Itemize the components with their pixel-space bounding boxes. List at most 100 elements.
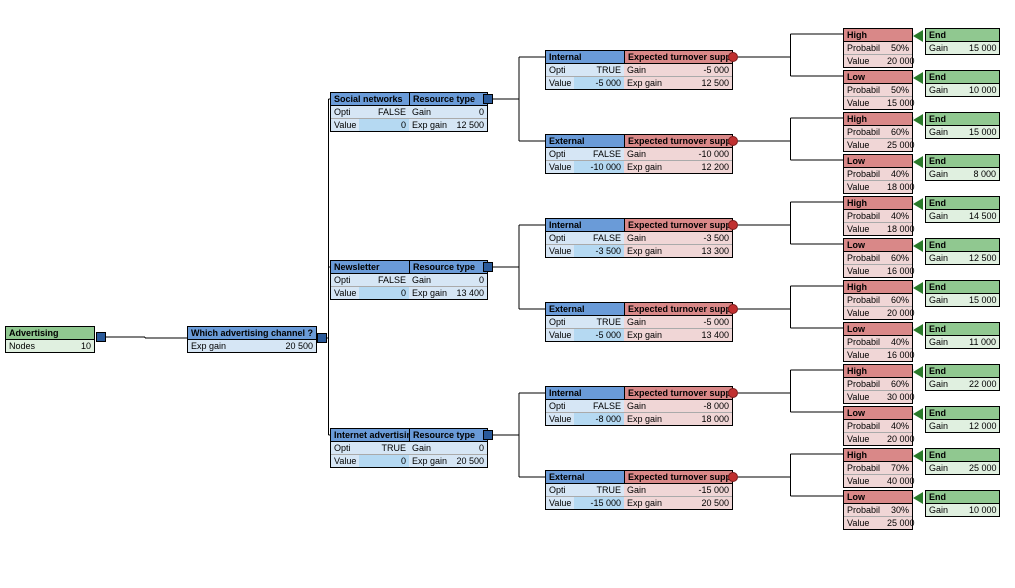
end-node: End Gain 15 000 (925, 28, 1000, 55)
outcome-title: Low (844, 407, 912, 420)
end-icon (913, 450, 923, 462)
branch-opti-label: Opti (546, 484, 574, 496)
branch-title: External (546, 471, 625, 484)
q1-node: Which advertising channel ? Exp gain 20 … (187, 326, 317, 353)
expected-title: Expected turnover supposition (625, 387, 732, 400)
outcome-title: High (844, 29, 912, 42)
chance-icon (728, 136, 738, 146)
outcome-val-value: 15 000 (884, 97, 918, 109)
branch-exp-label: Exp gain (624, 329, 664, 341)
decision-icon (317, 333, 327, 343)
branch-gain-value: -10 000 (664, 148, 732, 160)
branch-gain-value: -8 000 (664, 400, 732, 412)
end-gain-label: Gain (926, 462, 966, 474)
outcome-prob-value: 40% (884, 168, 912, 180)
end-gain-value: 25 000 (966, 462, 1000, 474)
chance-icon (728, 472, 738, 482)
outcome-val-value: 25 000 (884, 517, 918, 529)
chance-outcome-node: High Probabil 50% Value 20 000 (843, 28, 913, 68)
end-icon (913, 240, 923, 252)
outcome-prob-value: 60% (884, 252, 912, 264)
end-gain-value: 14 500 (966, 210, 1000, 222)
branch-value-value: -3 500 (574, 245, 624, 257)
end-node: End Gain 15 000 (925, 280, 1000, 307)
outcome-val-value: 18 000 (884, 181, 918, 193)
channel-opti-label: Opti (331, 442, 359, 454)
outcome-val-label: Value (844, 475, 884, 487)
channel-opti-value: TRUE (359, 442, 409, 454)
outcome-title: High (844, 365, 912, 378)
outcome-prob-label: Probabil (844, 462, 884, 474)
channel-gain-value: 0 (449, 106, 487, 118)
outcome-title: High (844, 449, 912, 462)
outcome-title: High (844, 197, 912, 210)
branch-gain-label: Gain (624, 64, 664, 76)
channel-gain-label: Gain (409, 442, 449, 454)
end-gain-value: 12 000 (966, 420, 1000, 432)
channel-exp-value: 20 500 (449, 455, 487, 467)
outcome-val-value: 20 000 (884, 55, 918, 67)
branch-opti-label: Opti (546, 232, 574, 244)
branch-exp-value: 20 500 (664, 497, 732, 509)
branch-gain-label: Gain (624, 484, 664, 496)
channel-value-label: Value (331, 119, 359, 131)
channel-gain-value: 0 (449, 274, 487, 286)
end-gain-value: 11 000 (966, 336, 999, 348)
outcome-val-value: 18 000 (884, 223, 918, 235)
branch-value-value: -5 000 (574, 329, 624, 341)
channel-opti-label: Opti (331, 106, 359, 118)
end-node: End Gain 11 000 (925, 322, 1000, 349)
chance-outcome-node: Low Probabil 40% Value 20 000 (843, 406, 913, 446)
outcome-val-label: Value (844, 181, 884, 193)
outcome-val-label: Value (844, 265, 884, 277)
branch-opti-label: Opti (546, 400, 574, 412)
outcome-title: Low (844, 155, 912, 168)
channel-exp-label: Exp gain (409, 455, 449, 467)
outcome-val-value: 20 000 (884, 307, 918, 319)
outcome-prob-label: Probabil (844, 378, 884, 390)
branch-gain-value: -3 500 (664, 232, 732, 244)
channel-node: Social networks Resource type Opti FALSE… (330, 92, 488, 132)
branch-exp-label: Exp gain (624, 77, 664, 89)
resource-type-title: Resource type (410, 429, 487, 442)
end-title: End (926, 113, 999, 126)
branch-exp-value: 18 000 (664, 413, 732, 425)
end-icon (913, 492, 923, 504)
expected-title: Expected turnover supposition (625, 303, 732, 316)
expected-title: Expected turnover supposition (625, 135, 732, 148)
chance-outcome-node: High Probabil 60% Value 30 000 (843, 364, 913, 404)
outcome-val-label: Value (844, 307, 884, 319)
outcome-val-value: 30 000 (884, 391, 918, 403)
q1-exp-value: 20 500 (228, 340, 316, 352)
branch-gain-label: Gain (624, 316, 664, 328)
chance-outcome-node: Low Probabil 30% Value 25 000 (843, 490, 913, 530)
outcome-prob-label: Probabil (844, 84, 884, 96)
end-title: End (926, 281, 999, 294)
root-nodes-label: Nodes (6, 340, 46, 352)
branch-exp-label: Exp gain (624, 161, 664, 173)
end-node: End Gain 22 000 (925, 364, 1000, 391)
decision-icon (483, 262, 493, 272)
end-icon (913, 114, 923, 126)
outcome-val-value: 25 000 (884, 139, 918, 151)
outcome-val-value: 20 000 (884, 433, 918, 445)
branch-value-value: -10 000 (574, 161, 624, 173)
q1-title: Which advertising channel ? (188, 327, 316, 340)
end-gain-label: Gain (926, 126, 966, 138)
branch-opti-value: TRUE (574, 316, 624, 328)
branch-gain-label: Gain (624, 400, 664, 412)
end-gain-label: Gain (926, 378, 966, 390)
branch-node: External Expected turnover supposition O… (545, 470, 733, 510)
outcome-prob-value: 40% (884, 336, 912, 348)
end-title: End (926, 323, 999, 336)
branch-opti-label: Opti (546, 148, 574, 160)
branch-opti-value: TRUE (574, 64, 624, 76)
branch-value-label: Value (546, 77, 574, 89)
outcome-title: High (844, 281, 912, 294)
end-node: End Gain 15 000 (925, 112, 1000, 139)
end-gain-label: Gain (926, 252, 966, 264)
end-icon (913, 408, 923, 420)
outcome-prob-label: Probabil (844, 252, 884, 264)
channel-value-label: Value (331, 287, 359, 299)
branch-title: Internal (546, 387, 625, 400)
